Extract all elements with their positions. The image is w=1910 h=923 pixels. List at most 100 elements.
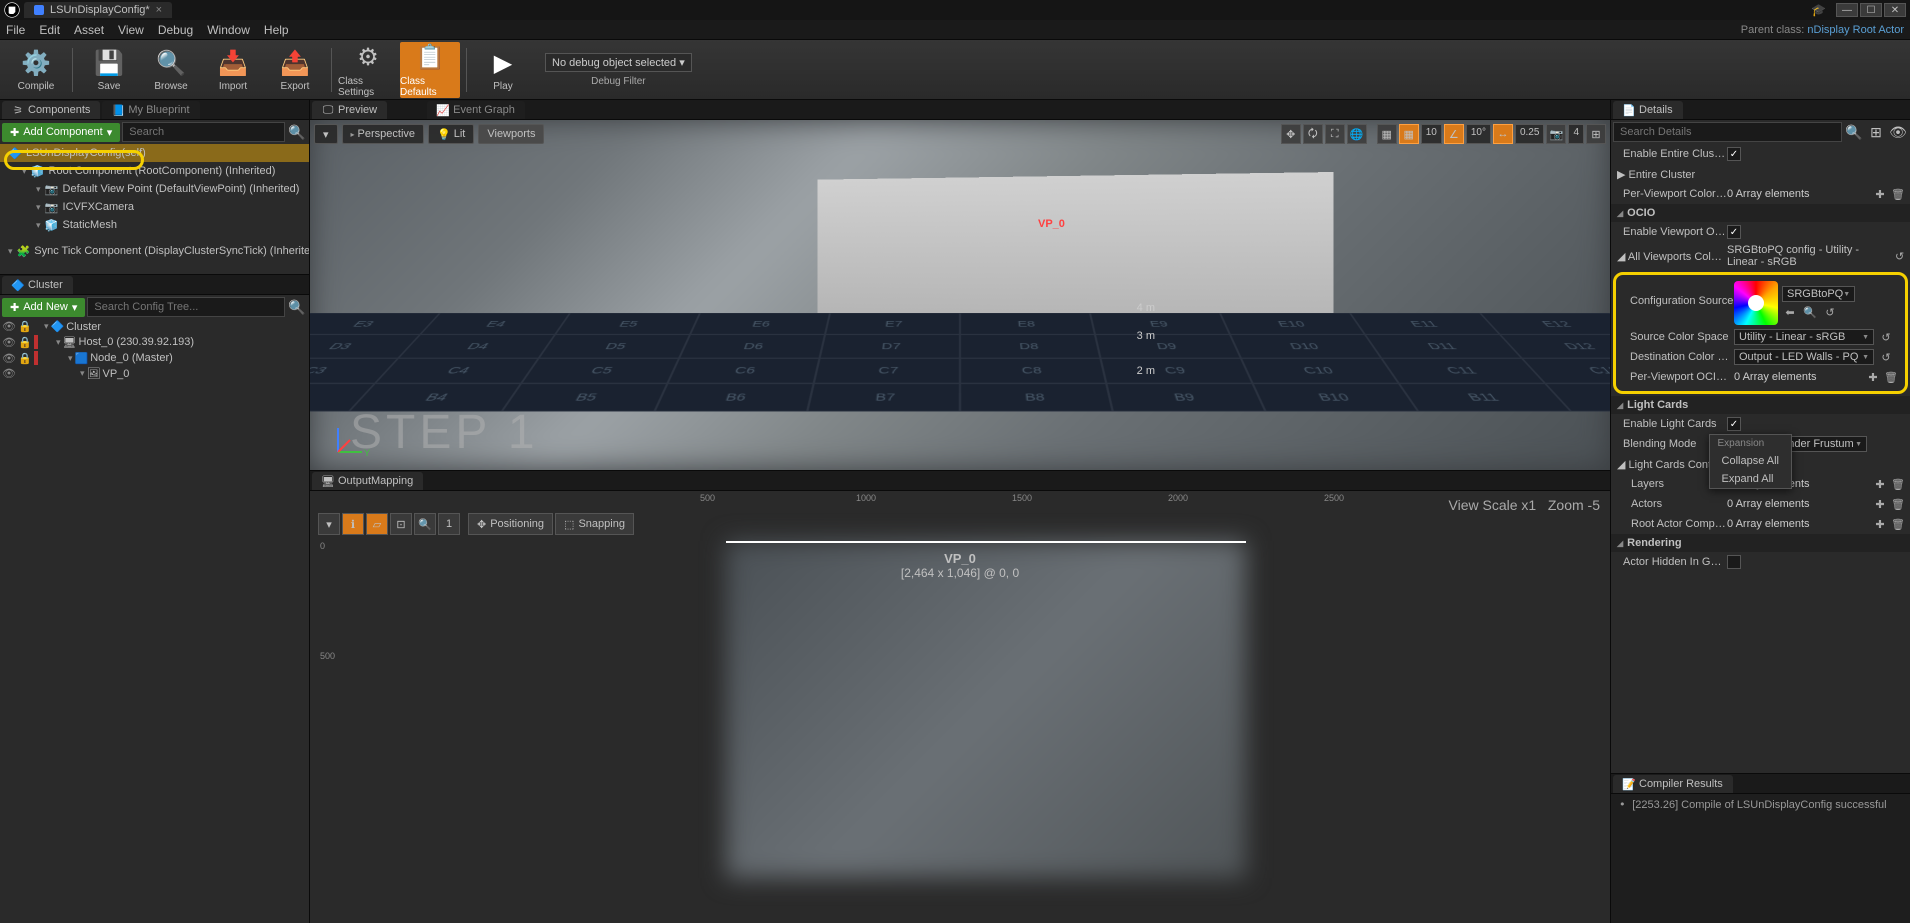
scale-snap-icon[interactable]: ↔ [1493,124,1513,144]
visibility-icon[interactable]: 👁 [2,367,16,380]
cluster-tree-item[interactable]: 👁🔒▾🟦Node_0 (Master) [0,350,309,366]
document-tab[interactable]: LSUnDisplayConfig* × [24,2,172,18]
transform-select-icon[interactable]: ✥ [1281,124,1301,144]
tab-my-blueprint[interactable]: 📘 My Blueprint [102,101,199,119]
lit-button[interactable]: 💡Lit [428,124,474,144]
preview-viewport[interactable]: ▾ Perspective 💡Lit Viewports ✥ 🗘 ⛶ 🌐 ▦ ▦… [310,120,1610,470]
camera-speed-icon[interactable]: 📷 [1546,124,1566,144]
add-element-icon[interactable]: ✚ [1865,369,1881,385]
browse-button[interactable]: 🔍 Browse [141,42,201,98]
clear-array-icon[interactable]: 🗑 [1883,369,1899,385]
browse-asset-icon[interactable]: 🔍 [1802,304,1818,320]
cluster-tree-item[interactable]: 👁🔒▾🔷Cluster [0,319,309,334]
context-expand-all[interactable]: Expand All [1710,470,1791,488]
lock-icon[interactable]: 🔒 [18,336,32,349]
perspective-button[interactable]: Perspective [342,124,425,144]
class-settings-button[interactable]: ⚙ Class Settings [338,42,398,98]
add-element-icon[interactable]: ✚ [1872,516,1888,532]
clear-array-icon[interactable]: 🗑 [1890,516,1906,532]
window-maximize[interactable]: ☐ [1860,3,1882,17]
angle-snap-icon[interactable]: ∠ [1444,124,1464,144]
visibility-icon[interactable]: 👁 [2,352,16,365]
cluster-search-button[interactable]: 🔍 [287,297,307,317]
cluster-search-input[interactable] [87,297,285,317]
category-light-cards[interactable]: Light Cards [1611,396,1910,414]
tab-cluster[interactable]: 🔷 Cluster [2,276,73,294]
surface-snap-icon[interactable]: ▦ [1377,124,1397,144]
component-tree-item[interactable]: 🔷LSUnDisplayConfig(self) [0,144,309,162]
om-view-scale-icon[interactable]: 🔍 [414,513,436,535]
tab-close-icon[interactable]: × [156,4,162,16]
clear-array-icon[interactable]: 🗑 [1890,496,1906,512]
tab-event-graph[interactable]: 📈 Event Graph [427,101,525,119]
snapping-button[interactable]: ⬚ Snapping [555,513,634,535]
component-tree-item[interactable]: ▾🧊StaticMesh [0,216,309,234]
component-tree-item[interactable]: ▾📷Default View Point (DefaultViewPoint) … [0,180,309,198]
context-collapse-all[interactable]: Collapse All [1710,452,1791,470]
positioning-button[interactable]: ✥ Positioning [468,513,553,535]
menu-file[interactable]: File [6,23,25,37]
scale-snap-value[interactable]: 0.25 [1515,124,1544,144]
components-search-button[interactable]: 🔍 [287,122,307,142]
lock-icon[interactable]: 🔒 [18,352,32,365]
details-matrix-icon[interactable]: ⊞ [1866,122,1886,142]
component-tree-item[interactable]: ▾🧩Sync Tick Component (DisplayClusterSyn… [0,242,309,260]
clear-array-icon[interactable]: 🗑 [1890,476,1906,492]
compile-button[interactable]: ⚙️ Compile [6,42,66,98]
use-selected-icon[interactable]: ⬅ [1782,304,1798,320]
checkbox-enable-vp-ocio[interactable] [1727,225,1741,239]
viewport-maximize-icon[interactable]: ⊞ [1586,124,1606,144]
reset-icon[interactable]: ↺ [1822,304,1838,320]
om-window-info-icon[interactable]: ℹ [342,513,364,535]
coord-space-icon[interactable]: 🌐 [1347,124,1367,144]
tab-compiler-results[interactable]: 📝 Compiler Results [1613,775,1733,793]
menu-help[interactable]: Help [264,23,289,37]
om-zoom-fit-icon[interactable]: ⊡ [390,513,412,535]
details-search-input[interactable] [1613,122,1842,142]
add-element-icon[interactable]: ✚ [1872,496,1888,512]
om-reset-icon[interactable]: 1 [438,513,460,535]
src-color-dropdown[interactable]: Utility - Linear - sRGB [1734,329,1874,345]
menu-asset[interactable]: Asset [74,23,104,37]
tab-components[interactable]: ⚞ Components [2,101,100,119]
parent-class-link[interactable]: nDisplay Root Actor [1807,24,1904,36]
viewport-canvas[interactable]: E3E4E5E6E7E8E9E10E11E12D3D4D5D6D7D8D9D10… [310,120,1610,470]
play-button[interactable]: ▶ Play [473,42,533,98]
transform-rotate-icon[interactable]: 🗘 [1303,124,1323,144]
debug-object-select[interactable]: No debug object selected ▾ [545,53,692,72]
viewport-options-button[interactable]: ▾ [314,124,338,144]
window-minimize[interactable]: — [1836,3,1858,17]
tab-output-mapping[interactable]: 🖥 OutputMapping [312,472,423,490]
cluster-tree-item[interactable]: 👁▾🖼VP_0 [0,366,309,381]
add-component-button[interactable]: ✚ Add Component ▾ [2,123,120,142]
menu-window[interactable]: Window [207,23,250,37]
prop-entire-cluster[interactable]: ▶ Entire Cluster [1615,168,1727,181]
dst-color-dropdown[interactable]: Output - LED Walls - PQ [1734,349,1874,365]
visibility-icon[interactable]: 👁 [2,336,16,349]
cluster-tree-item[interactable]: 👁🔒▾🖥Host_0 (230.39.92.193) [0,334,309,350]
reset-icon[interactable]: ↺ [1893,248,1906,264]
grid-snap-value[interactable]: 10 [1421,124,1442,144]
ocio-thumbnail[interactable] [1734,281,1778,325]
checkbox-actor-hidden[interactable] [1727,555,1741,569]
tab-preview[interactable]: 🖵 Preview [312,101,387,119]
checkbox-enable-entire-cluster[interactable] [1727,147,1741,161]
graduation-icon[interactable]: 🎓 [1811,3,1826,17]
save-button[interactable]: 💾 Save [79,42,139,98]
transform-scale-icon[interactable]: ⛶ [1325,124,1345,144]
clear-array-icon[interactable]: 🗑 [1890,186,1906,202]
details-search-button[interactable]: 🔍 [1844,122,1864,142]
camera-speed-value[interactable]: 4 [1568,124,1584,144]
visibility-icon[interactable]: 👁 [2,320,16,333]
om-outside-icon[interactable]: ▱ [366,513,388,535]
angle-snap-value[interactable]: 10° [1466,124,1491,144]
om-options-button[interactable]: ▾ [318,513,340,535]
menu-view[interactable]: View [118,23,144,37]
import-button[interactable]: 📥 Import [203,42,263,98]
details-eye-icon[interactable]: 👁 [1888,122,1908,142]
prop-all-vp-color[interactable]: ◢ All Viewports Color Configuration [1615,250,1727,263]
component-tree-item[interactable]: ▾📷ICVFXCamera [0,198,309,216]
category-rendering[interactable]: Rendering [1611,534,1910,552]
reset-icon[interactable]: ↺ [1878,349,1894,365]
config-source-dropdown[interactable]: SRGBtoPQ [1782,286,1855,302]
